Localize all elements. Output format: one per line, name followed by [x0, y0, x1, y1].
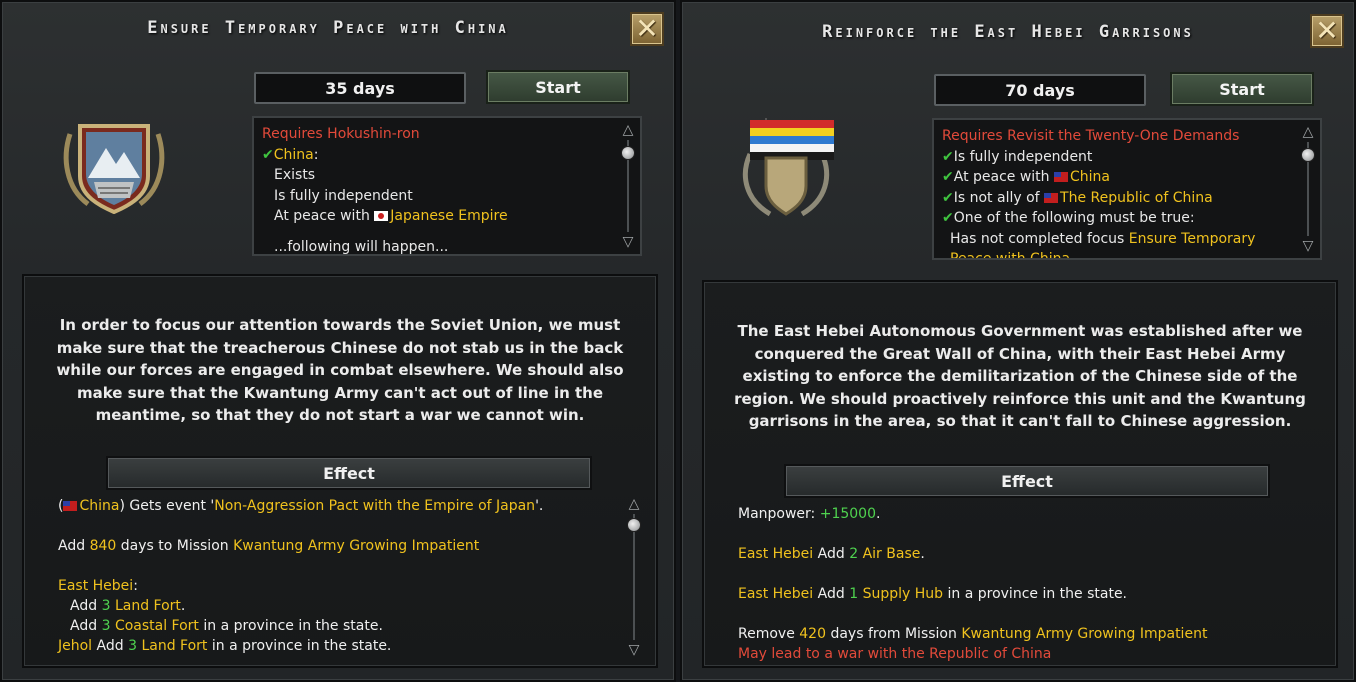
checkmark-icon: ✔ — [942, 189, 954, 206]
effect-header: Effect — [106, 456, 592, 490]
flag-shield-emblem — [742, 118, 834, 217]
scroll-thumb[interactable] — [627, 518, 641, 532]
requirements-box: Requires Revisit the Twenty-One Demands … — [932, 118, 1322, 260]
requirement-exists: Exists — [274, 167, 316, 183]
requirement-not-ally: ✔Is not ally of The Republic of China — [942, 189, 1213, 206]
close-icon: ✕ — [635, 12, 659, 45]
close-button[interactable]: ✕ — [1310, 14, 1344, 48]
effect-coastal-fort: Add 3 Coastal Fort in a province in the … — [70, 618, 383, 634]
effect-event: (China) Gets event 'Non-Aggression Pact … — [58, 498, 544, 514]
description-box: The East Hebei Autonomous Government was… — [702, 280, 1338, 668]
effect-jehol-land-fort: Jehol Add 3 Land Fort in a province in t… — [58, 638, 392, 654]
focus-description: In order to focus our attention towards … — [56, 316, 624, 424]
start-button[interactable]: Start — [1170, 72, 1314, 106]
effect-mission-days: Add 840 days to Mission Kwantung Army Gr… — [58, 538, 480, 554]
requirement-country: ✔China: — [262, 146, 319, 163]
effect-war-warning: May lead to a war with the Republic of C… — [738, 646, 1052, 662]
scroll-thumb[interactable] — [621, 146, 635, 160]
requirement-peace: ✔At peace with China — [942, 169, 1110, 185]
scroll-down-icon[interactable]: ▽ — [1300, 238, 1316, 254]
start-button[interactable]: Start — [486, 70, 630, 104]
china-flag-icon — [1054, 172, 1068, 182]
focus-title: Ensure Temporary Peace with China — [147, 18, 509, 38]
requirement-one-of: ✔One of the following must be true: — [942, 210, 1195, 226]
effect-state-east-hebei: East Hebei: — [58, 578, 138, 594]
requirement-cut-line: Peace with China — [950, 251, 1071, 260]
scroll-down-icon[interactable]: ▽ — [626, 642, 642, 658]
focus-header: 35 days Start Requires Hokushin-ron ✔Chi… — [6, 58, 670, 270]
mountain-fortress-emblem — [63, 124, 165, 214]
effect-manpower: Manpower: +15000. — [738, 506, 881, 522]
scroll-down-icon[interactable]: ▽ — [620, 234, 636, 250]
focus-description: The East Hebei Autonomous Government was… — [734, 322, 1306, 430]
duration-display: 70 days — [934, 74, 1146, 106]
duration-display: 35 days — [254, 72, 466, 104]
requirement-peace: At peace with Japanese Empire — [274, 208, 508, 224]
japan-flag-icon — [374, 211, 389, 221]
china-flag-icon — [1044, 192, 1059, 203]
scroll-up-icon[interactable]: △ — [1300, 124, 1316, 140]
effect-land-fort: Add 3 Land Fort. — [70, 598, 186, 614]
close-button[interactable]: ✕ — [630, 12, 664, 46]
requirement-independent: ✔Is fully independent — [942, 148, 1093, 165]
scroll-thumb[interactable] — [1301, 148, 1315, 162]
scroll-up-icon[interactable]: △ — [626, 496, 642, 512]
checkmark-icon: ✔ — [942, 148, 954, 165]
requirement-focus: Requires Hokushin-ron — [262, 126, 420, 142]
focus-title: Reinforce the East Hebei Garrisons — [822, 22, 1194, 42]
focus-panel-right: Reinforce the East Hebei Garrisons ✕ 70 … — [680, 0, 1356, 682]
focus-panel-left: Ensure Temporary Peace with China ✕ 35 d… — [0, 0, 676, 682]
effect-list: Manpower: +15000. East Hebei Add 2 Air B… — [738, 504, 1296, 664]
effect-supply-hub: East Hebei Add 1 Supply Hub in a provinc… — [738, 586, 1128, 602]
effect-mission-remove: Remove 420 days from Mission Kwantung Ar… — [738, 626, 1208, 642]
scroll-up-icon[interactable]: △ — [620, 122, 636, 138]
effects-scrollbar[interactable]: △ ▽ — [626, 496, 642, 658]
requirement-cut-line: ...following will happen... — [274, 238, 449, 255]
requirement-not-completed: Has not completed focus Ensure Temporary — [950, 230, 1256, 247]
checkmark-icon: ✔ — [942, 210, 954, 226]
requirements-scrollbar[interactable]: △ ▽ — [1300, 124, 1316, 254]
requirement-focus: Requires Revisit the Twenty-One Demands — [942, 128, 1240, 144]
focus-header: 70 days Start Requires Revisit the Twent… — [686, 58, 1350, 270]
effect-list: (China) Gets event 'Non-Aggression Pact … — [58, 496, 616, 656]
checkmark-icon: ✔ — [262, 146, 274, 163]
requirements-scrollbar[interactable]: △ ▽ — [620, 122, 636, 250]
effect-header: Effect — [784, 464, 1270, 498]
requirement-independent: Is fully independent — [274, 187, 413, 204]
requirements-box: Requires Hokushin-ron ✔China: Exists Is … — [252, 116, 642, 256]
effect-air-base: East Hebei Add 2 Air Base. — [738, 546, 925, 562]
close-icon: ✕ — [1315, 14, 1339, 47]
china-flag-icon — [63, 501, 78, 511]
checkmark-icon: ✔ — [942, 169, 954, 185]
description-box: In order to focus our attention towards … — [22, 274, 658, 668]
